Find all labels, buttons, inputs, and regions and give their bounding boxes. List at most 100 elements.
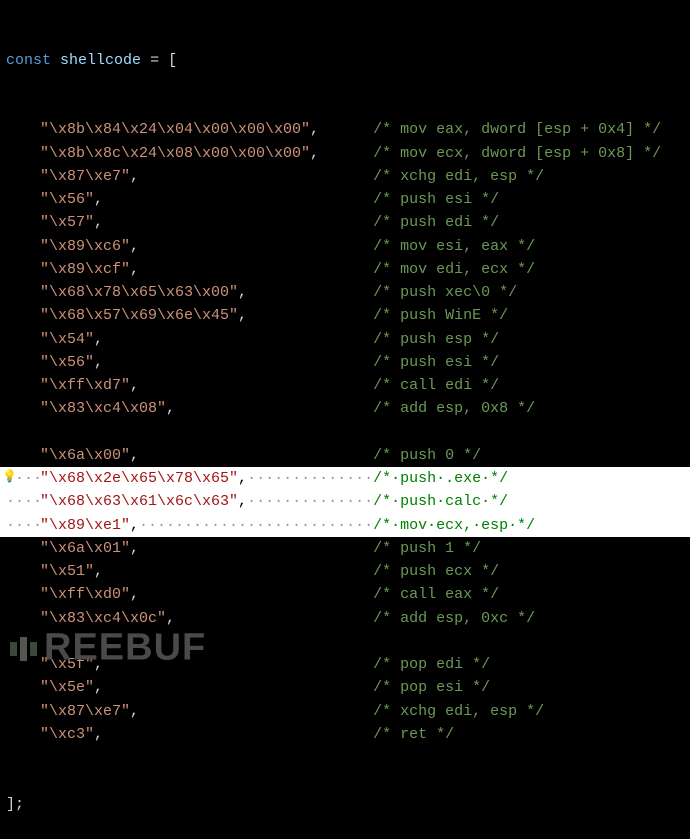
- padding: [103, 354, 373, 371]
- indent: [6, 537, 40, 560]
- bytes-string: "\x83\xc4\x0c": [40, 610, 166, 627]
- keyword: const: [6, 52, 51, 69]
- lightbulb-icon: 💡: [2, 468, 17, 487]
- asm-comment: /* push edi */: [373, 214, 499, 231]
- comma: ,: [238, 307, 247, 324]
- indent: [6, 653, 40, 676]
- asm-comment: /* push ecx */: [373, 563, 499, 580]
- code-line: "\x56", /* push esi */: [0, 188, 690, 211]
- comma: ,: [94, 563, 103, 580]
- comma: ,: [94, 679, 103, 696]
- code-line: [0, 421, 690, 444]
- indent: [6, 328, 40, 351]
- bytes-string: "\x68\x57\x69\x6e\x45": [40, 307, 238, 324]
- bytes-string: "\x87\xe7": [40, 703, 130, 720]
- equals: =: [150, 52, 159, 69]
- bytes-string: "\x57": [40, 214, 94, 231]
- padding: [103, 191, 373, 208]
- comma: ,: [94, 214, 103, 231]
- comma: ,: [310, 145, 319, 162]
- comma: ,: [94, 656, 103, 673]
- padding: [175, 610, 373, 627]
- code-line: "\x87\xe7", /* xchg edi, esp */: [0, 165, 690, 188]
- padding: [247, 307, 373, 324]
- indent: [6, 258, 40, 281]
- asm-comment: /* push 0 */: [373, 447, 481, 464]
- padding: ··························: [139, 517, 373, 534]
- variable: shellcode: [60, 52, 141, 69]
- code-editor: const shellcode = [ "\x8b\x84\x24\x04\x0…: [0, 2, 690, 839]
- bytes-string: "\xff\xd0": [40, 586, 130, 603]
- code-line: "\x6a\x01", /* push 1 */: [0, 537, 690, 560]
- bytes-string: "\x51": [40, 563, 94, 580]
- asm-comment: /* push WinE */: [373, 307, 508, 324]
- code-line: "\xc3", /* ret */: [0, 723, 690, 746]
- comma: ,: [166, 400, 175, 417]
- bytes-string: "\x5e": [40, 679, 94, 696]
- asm-comment: /* xchg edi, esp */: [373, 168, 544, 185]
- asm-comment: /* mov esi, eax */: [373, 238, 535, 255]
- comma: ,: [130, 517, 139, 534]
- padding: ··············: [247, 470, 373, 487]
- asm-comment: /* call eax */: [373, 586, 499, 603]
- bytes-string: "\x6a\x00": [40, 447, 130, 464]
- padding: [103, 331, 373, 348]
- indent: [6, 142, 40, 165]
- comma: ,: [238, 470, 247, 487]
- indent: [6, 211, 40, 234]
- asm-comment: /* mov edi, ecx */: [373, 261, 535, 278]
- padding: [139, 261, 373, 278]
- code-line: "\x8b\x84\x24\x04\x00\x00\x00", /* mov e…: [0, 118, 690, 141]
- padding: [139, 447, 373, 464]
- comma: ,: [130, 261, 139, 278]
- code-line: "\xff\xd0", /* call eax */: [0, 583, 690, 606]
- asm-comment: /* push 1 */: [373, 540, 481, 557]
- asm-comment: /* pop esi */: [373, 679, 490, 696]
- padding: [103, 214, 373, 231]
- padding: [175, 400, 373, 417]
- comma: ,: [94, 354, 103, 371]
- bytes-string: "\xc3": [40, 726, 94, 743]
- bytes-string: "\x56": [40, 354, 94, 371]
- bytes-string: "\x8b\x8c\x24\x08\x00\x00\x00": [40, 145, 310, 162]
- indent: [6, 235, 40, 258]
- code-line: "\x57", /* push edi */: [0, 211, 690, 234]
- asm-comment: /* mov eax, dword [esp + 0x4] */: [373, 121, 661, 138]
- code-line: ····"\x68\x63\x61\x6c\x63",·············…: [0, 490, 690, 513]
- asm-comment: /*·push·.exe·*/: [373, 470, 508, 487]
- indent: [6, 444, 40, 467]
- comma: ,: [166, 610, 175, 627]
- asm-comment: /*·push·calc·*/: [373, 493, 508, 510]
- code-line: "\x68\x57\x69\x6e\x45", /* push WinE */: [0, 304, 690, 327]
- comma: ,: [130, 703, 139, 720]
- bytes-string: "\x83\xc4\x08": [40, 400, 166, 417]
- close-bracket: ];: [6, 796, 24, 813]
- padding: [139, 238, 373, 255]
- comma: ,: [130, 238, 139, 255]
- close-line: ];: [0, 793, 690, 816]
- code-line: "\x6a\x00", /* push 0 */: [0, 444, 690, 467]
- asm-comment: /* ret */: [373, 726, 454, 743]
- code-line: "\x51", /* push ecx */: [0, 560, 690, 583]
- indent: ····: [6, 490, 40, 513]
- padding: [319, 121, 373, 138]
- indent: [6, 304, 40, 327]
- indent: [6, 560, 40, 583]
- comma: ,: [130, 377, 139, 394]
- code-line: 💡····"\x68\x2e\x65\x78\x65",············…: [0, 467, 690, 490]
- asm-comment: /* push esi */: [373, 354, 499, 371]
- bytes-string: "\x68\x78\x65\x63\x00": [40, 284, 238, 301]
- padding: ··············: [247, 493, 373, 510]
- padding: [139, 703, 373, 720]
- code-line: "\x5e", /* pop esi */: [0, 676, 690, 699]
- asm-comment: /* push esp */: [373, 331, 499, 348]
- indent: [6, 700, 40, 723]
- asm-comment: /* add esp, 0xc */: [373, 610, 535, 627]
- bytes-string: "\x8b\x84\x24\x04\x00\x00\x00": [40, 121, 310, 138]
- comma: ,: [310, 121, 319, 138]
- indent: [6, 281, 40, 304]
- code-line: ····"\x89\xe1",·························…: [0, 514, 690, 537]
- bytes-string: "\x68\x2e\x65\x78\x65": [40, 470, 238, 487]
- padding: [139, 586, 373, 603]
- code-line: "\x89\xcf", /* mov edi, ecx */: [0, 258, 690, 281]
